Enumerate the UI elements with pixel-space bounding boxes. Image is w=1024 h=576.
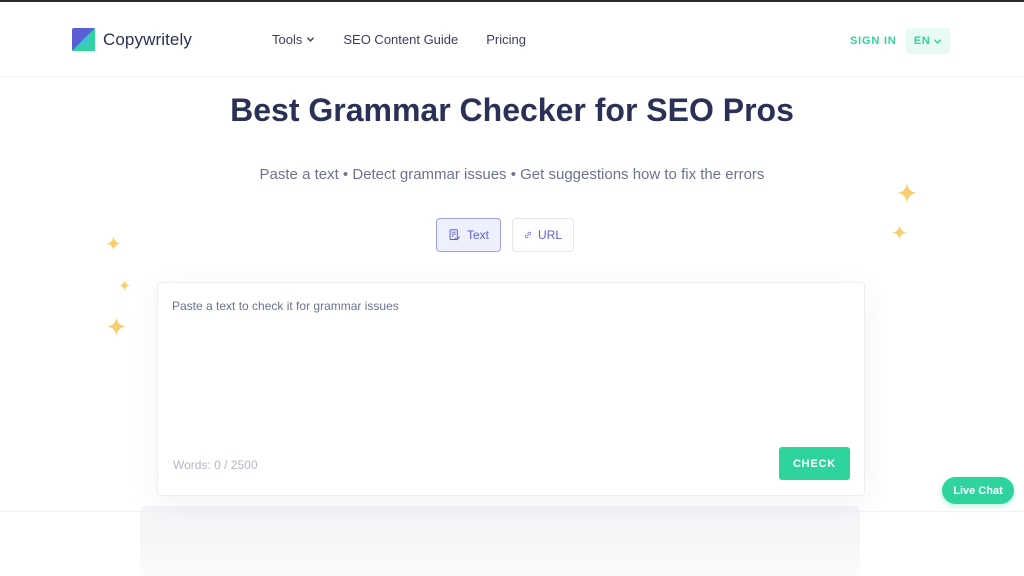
- nav-item-label: Tools: [272, 32, 303, 47]
- sparkle-icon: [106, 236, 121, 251]
- nav-item-seo-content-guide[interactable]: SEO Content Guide: [343, 32, 458, 47]
- tab-url[interactable]: URL: [512, 218, 574, 252]
- tab-label: Text: [466, 228, 489, 242]
- sparkle-icon: [897, 183, 917, 203]
- page-subtitle: Paste a text • Detect grammar issues • G…: [259, 166, 765, 183]
- text-editor-card: Words: 0 / 2500 CHECK: [157, 282, 865, 496]
- content-shadow: [140, 506, 860, 576]
- section-divider: [0, 511, 1024, 512]
- nav-item-tools[interactable]: Tools: [272, 32, 315, 47]
- site-header: Copywritely Tools SEO Content Guide Pric…: [0, 2, 1024, 77]
- chevron-down-icon: [934, 38, 942, 44]
- word-count: Words: 0 / 2500: [173, 458, 258, 472]
- document-check-icon: [449, 229, 460, 241]
- sign-in-link[interactable]: SIGN IN: [850, 35, 897, 47]
- logo-icon: [72, 28, 95, 51]
- sparkle-icon: [107, 317, 126, 336]
- sparkle-icon: [119, 280, 130, 291]
- brand-logo[interactable]: Copywritely: [72, 28, 192, 51]
- tab-label: URL: [537, 228, 562, 242]
- input-mode-tabs: Text URL: [436, 218, 574, 252]
- sparkle-icon: [892, 225, 907, 240]
- language-selector[interactable]: EN: [906, 28, 950, 54]
- brand-name: Copywritely: [103, 29, 192, 49]
- tab-text[interactable]: Text: [436, 218, 501, 252]
- text-input[interactable]: [172, 299, 852, 439]
- main-nav: Tools SEO Content Guide Pricing: [272, 32, 554, 47]
- nav-item-label: SEO Content Guide: [343, 32, 459, 47]
- language-label: EN: [913, 35, 931, 47]
- link-icon: [525, 231, 531, 239]
- check-button[interactable]: CHECK: [779, 447, 850, 480]
- chevron-down-icon: [307, 37, 315, 42]
- nav-item-label: Pricing: [486, 32, 527, 47]
- live-chat-button[interactable]: Live Chat: [942, 477, 1014, 504]
- page-title: Best Grammar Checker for SEO Pros: [230, 92, 794, 128]
- nav-item-pricing[interactable]: Pricing: [486, 32, 526, 47]
